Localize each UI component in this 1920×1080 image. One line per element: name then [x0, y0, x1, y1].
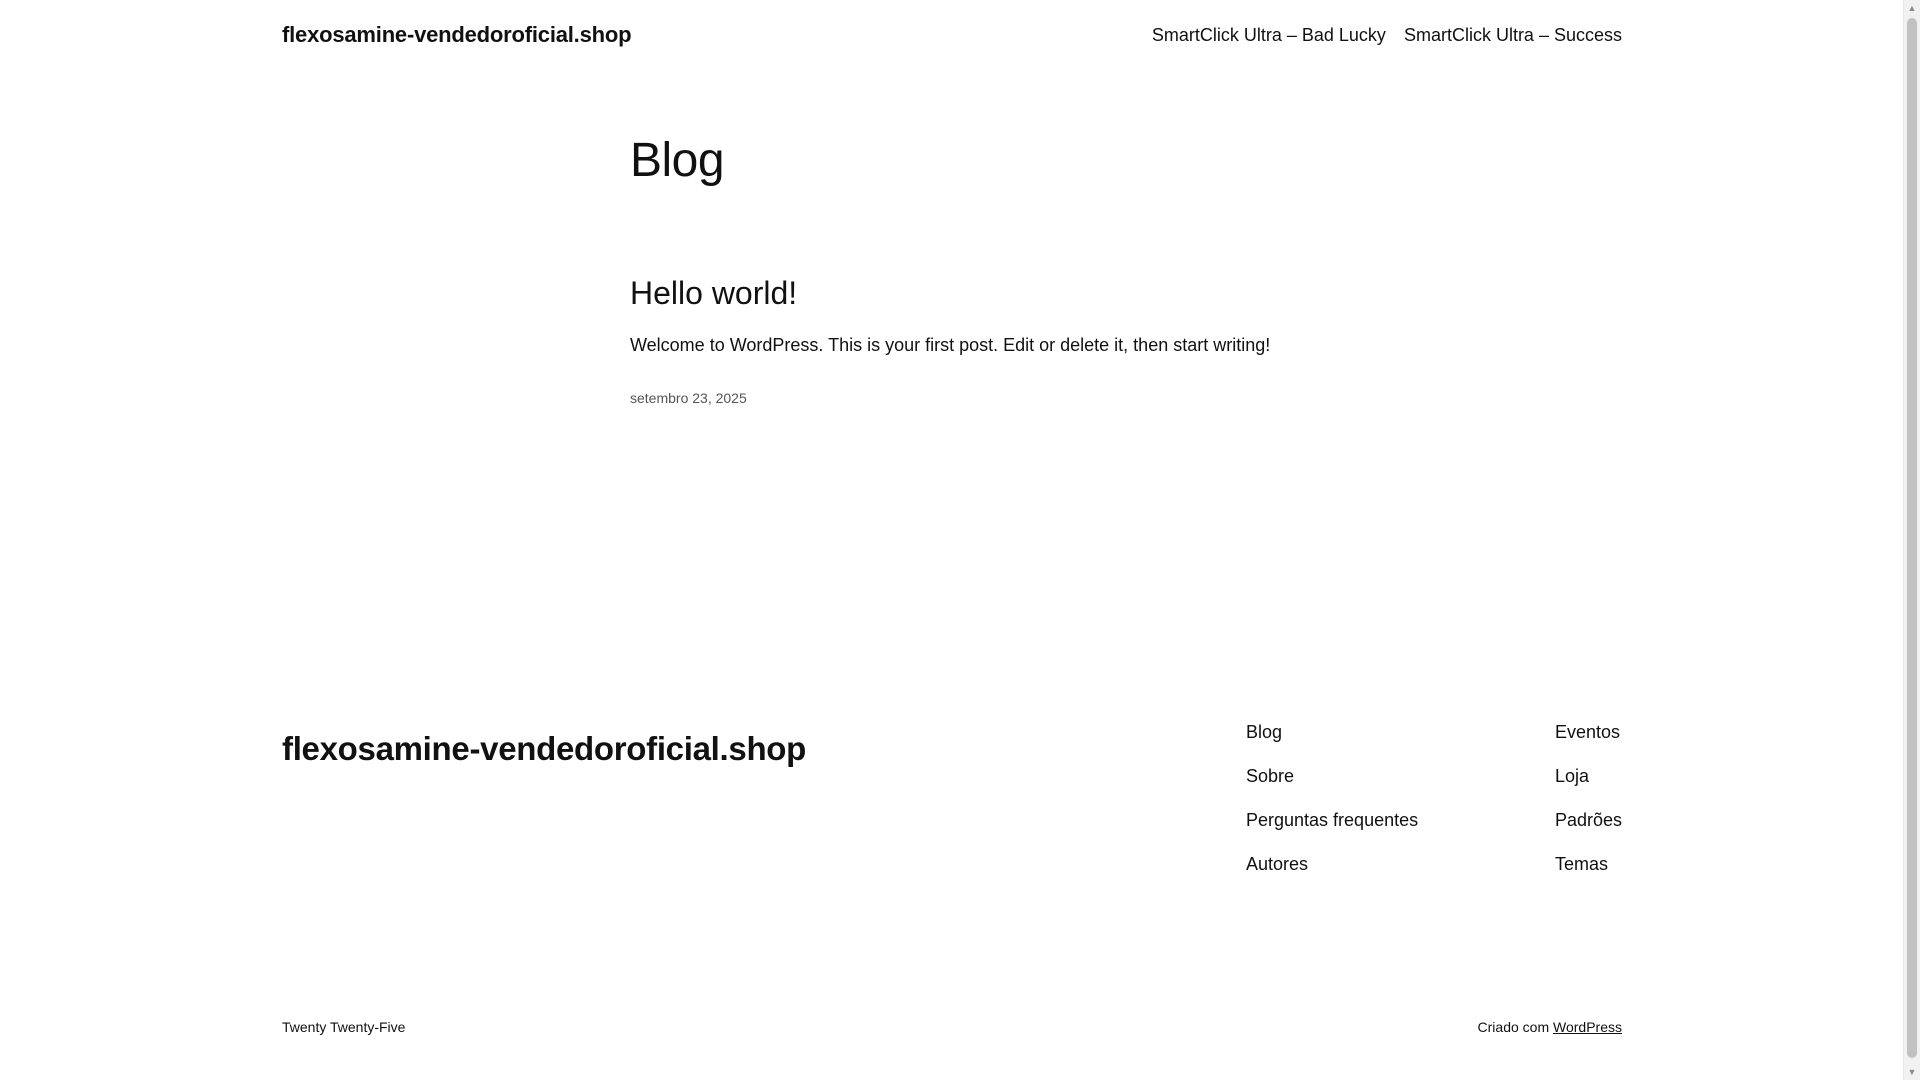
- nav-link-success[interactable]: SmartClick Ultra – Success: [1404, 25, 1622, 46]
- powered-by: Criado com WordPress: [1478, 1019, 1622, 1035]
- powered-by-prefix: Criado com: [1477, 1019, 1550, 1035]
- footer-link-autores[interactable]: Autores: [1246, 852, 1418, 877]
- scrollbar-thumb[interactable]: [1907, 18, 1917, 1058]
- main-content: Blog Hello world! Welcome to WordPress. …: [630, 134, 1330, 406]
- footer-link-faq[interactable]: Perguntas frequentes: [1246, 808, 1418, 833]
- footer-site-title-link[interactable]: flexosamine-vendedoroficial.shop: [282, 730, 806, 768]
- footer-link-padroes[interactable]: Padrões: [1555, 808, 1622, 833]
- footer-link-temas[interactable]: Temas: [1555, 852, 1622, 877]
- theme-credit: Twenty Twenty-Five: [282, 1019, 406, 1035]
- page-title: Blog: [630, 134, 725, 187]
- scroll-down-arrow-icon[interactable]: ▼: [1904, 1064, 1920, 1080]
- post-title-link[interactable]: Hello world!: [630, 275, 797, 311]
- footer-link-eventos[interactable]: Eventos: [1555, 720, 1622, 745]
- footer-link-blog[interactable]: Blog: [1246, 720, 1418, 745]
- footer-credits: Twenty Twenty-Five Criado com WordPress: [282, 1019, 1622, 1035]
- header-nav: SmartClick Ultra – Bad Lucky SmartClick …: [1152, 25, 1622, 46]
- vertical-scrollbar[interactable]: ▲ ▼: [1903, 0, 1920, 1080]
- site-title-link[interactable]: flexosamine-vendedoroficial.shop: [282, 22, 632, 48]
- footer-link-loja[interactable]: Loja: [1555, 764, 1622, 789]
- post-excerpt: Welcome to WordPress. This is your first…: [630, 334, 1271, 355]
- scroll-up-arrow-icon[interactable]: ▲: [1904, 0, 1920, 16]
- page: flexosamine-vendedoroficial.shop SmartCl…: [0, 0, 1904, 1080]
- wordpress-link[interactable]: WordPress: [1553, 1019, 1622, 1035]
- post-date-link[interactable]: setembro 23, 2025: [630, 390, 1330, 406]
- footer-nav-column-1: Blog Sobre Perguntas frequentes Autores: [1246, 720, 1418, 877]
- footer-nav-column-2: Eventos Loja Padrões Temas: [1555, 720, 1622, 877]
- post-item: Hello world! Welcome to WordPress. This …: [630, 275, 1330, 406]
- nav-link-bad-lucky[interactable]: SmartClick Ultra – Bad Lucky: [1152, 25, 1386, 46]
- site-header: flexosamine-vendedoroficial.shop SmartCl…: [282, 0, 1622, 70]
- footer-link-sobre[interactable]: Sobre: [1246, 764, 1418, 789]
- post-title: Hello world!: [630, 275, 1330, 311]
